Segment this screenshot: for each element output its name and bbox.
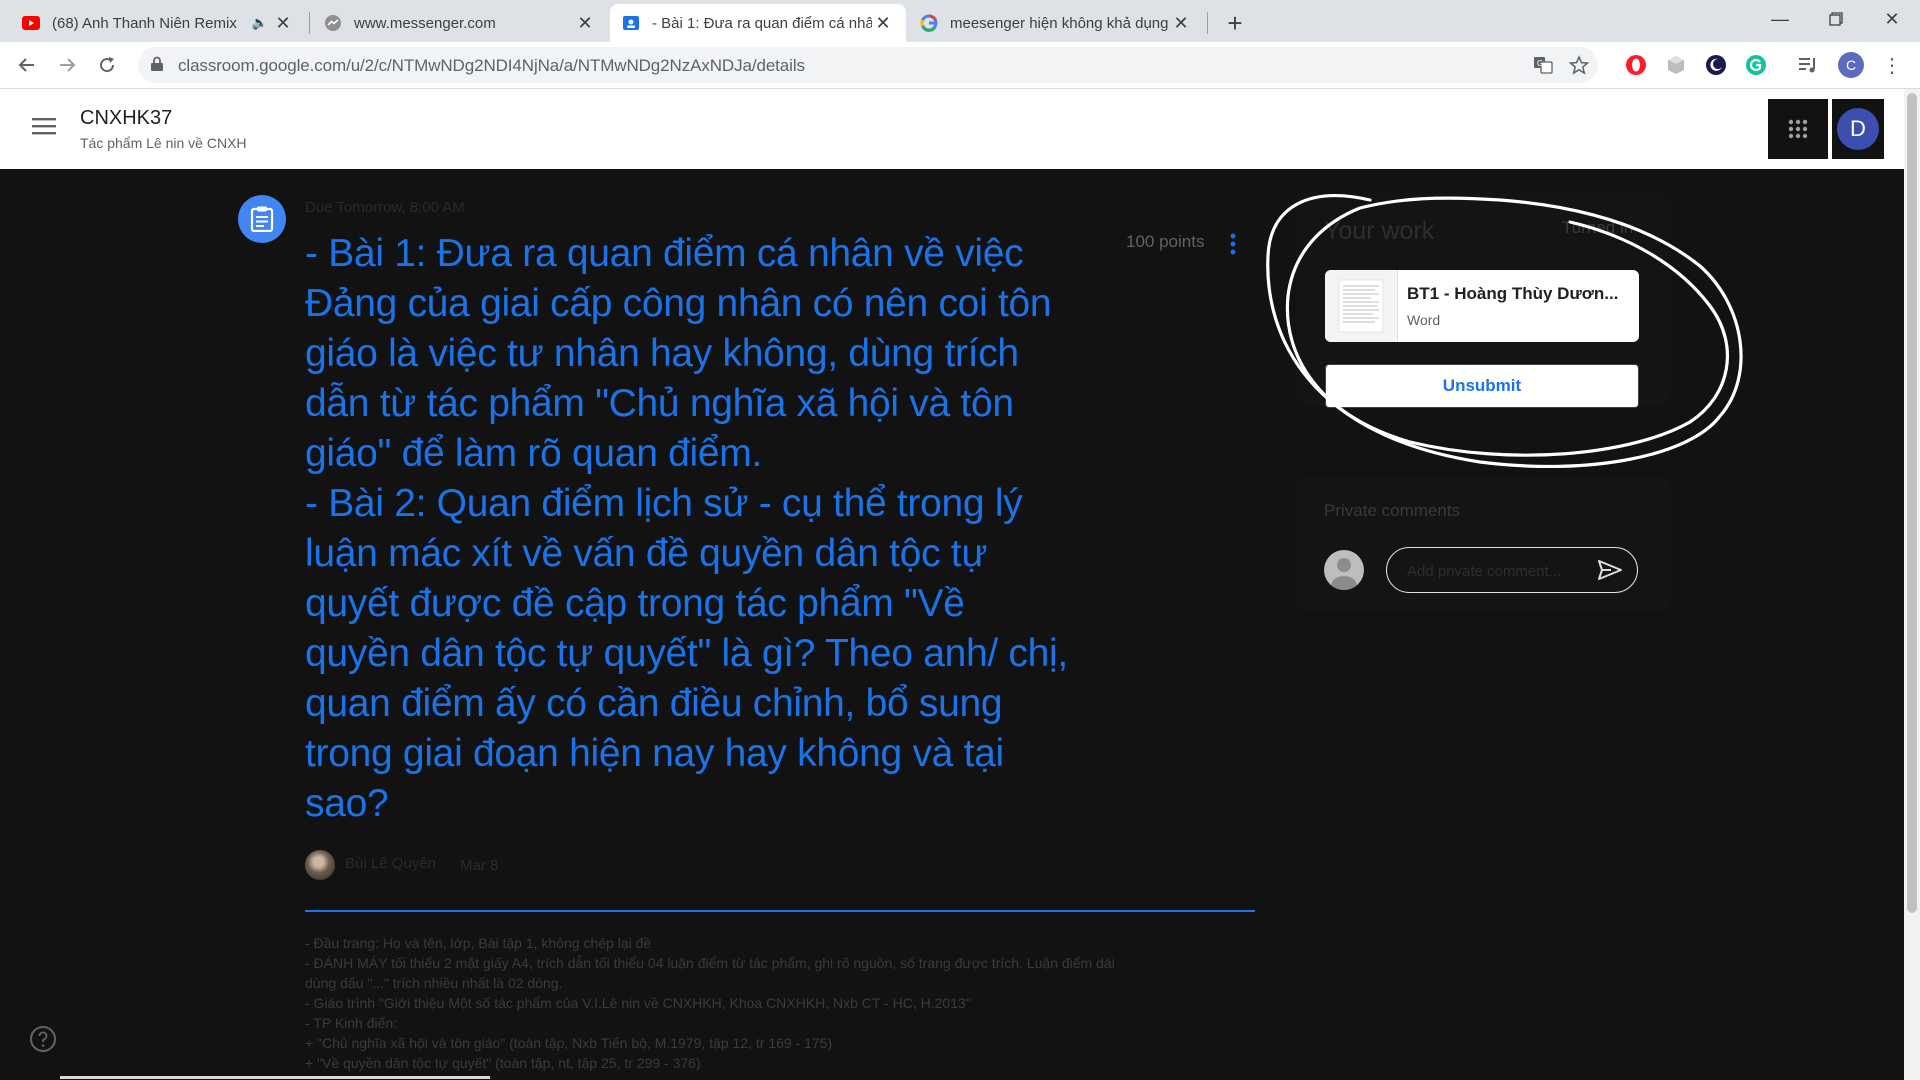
classroom-header: CNXHK37 Tác phẩm Lê nin về CNXH D xyxy=(0,89,1920,169)
title-line: Đảng của giai cấp công nhân có nên coi t… xyxy=(305,282,1052,325)
assignment-title: - Bài 1: Đưa ra quan điểm cá nhân về việ… xyxy=(305,229,1115,829)
file-name[interactable]: BT1 - Hoàng Thùy Dươn... xyxy=(1407,284,1618,304)
instruction-line: - Đầu trang: Họ và tên, lớp, Bài tập 1, … xyxy=(305,935,652,951)
tab-title: www.messenger.com xyxy=(354,14,496,32)
file-type: Word xyxy=(1407,312,1441,328)
more-options-icon[interactable] xyxy=(1230,233,1236,260)
title-line: luận mác xít về vấn đề quyền dân tộc tự xyxy=(305,532,988,575)
title-line: dẫn từ tác phẩm "Chủ nghĩa xã hội và tôn xyxy=(305,382,1014,425)
your-work-title: Your work xyxy=(1324,217,1435,245)
content-divider xyxy=(305,910,1255,912)
instruction-line: + "Về quyền dân tộc tự quyết" (toàn tập,… xyxy=(305,1055,701,1071)
reload-button[interactable] xyxy=(92,50,122,80)
instruction-line: - Giáo trình "Giới thiệu Một số tác phẩm… xyxy=(305,995,971,1011)
browser-toolbar: classroom.google.com/u/2/c/NTMwNDg2NDI4N… xyxy=(0,42,1920,89)
close-tab-icon[interactable]: ✕ xyxy=(872,12,894,34)
title-line: - Bài 1: Đưa ra quan điểm cá nhân về việ… xyxy=(305,232,1024,275)
restore-window-button[interactable] xyxy=(1808,0,1864,38)
help-icon[interactable] xyxy=(29,1025,57,1058)
tab-youtube[interactable]: (68) Anh Thanh Niên Remix 🔈 ✕ xyxy=(10,4,306,42)
posted-date: Mar 8 xyxy=(460,857,499,874)
google-apps-button[interactable] xyxy=(1768,99,1828,159)
document-thumbnail-icon xyxy=(1325,270,1398,342)
tab-messenger[interactable]: www.messenger.com ✕ xyxy=(312,4,608,42)
submission-status: Turned in xyxy=(1562,218,1634,237)
translate-icon[interactable]: G xyxy=(1532,54,1554,76)
author-name: Bùi Lê Quyên xyxy=(345,855,436,872)
hamburger-menu-icon[interactable] xyxy=(32,117,56,140)
account-avatar[interactable]: D xyxy=(1837,108,1879,150)
tab-separator xyxy=(1207,12,1208,34)
opera-extension-icon[interactable] xyxy=(1624,53,1648,77)
title-line: giáo" để làm rõ quan điểm. xyxy=(305,432,762,475)
instruction-line: dùng dấu "..." trích nhiều nhất là 02 dò… xyxy=(305,975,563,991)
title-line: trong giai đoạn hiện nay hay không và tạ… xyxy=(305,732,1004,775)
assignment-page: Due Tomorrow, 8:00 AM 100 points - Bài 1… xyxy=(0,169,1920,1080)
title-line: quyền dân tộc tự quyết" là gì? Theo anh/… xyxy=(305,632,1068,675)
due-date: Due Tomorrow, 8:00 AM xyxy=(305,199,465,216)
instruction-line: - TP Kinh điển: xyxy=(305,1015,398,1031)
private-comment-box[interactable] xyxy=(1386,547,1638,593)
google-icon xyxy=(920,14,938,32)
tab-title: - Bài 1: Đưa ra quan điểm cá nhân xyxy=(652,14,872,32)
bookmark-star-icon[interactable] xyxy=(1568,54,1590,76)
instruction-line: - ĐÁNH MÁY tối thiểu 2 mặt giấy A4, tríc… xyxy=(305,955,1115,971)
title-line: giáo là việc tư nhân hay không, dùng trí… xyxy=(305,332,1019,375)
private-comment-input[interactable] xyxy=(1405,559,1599,583)
author-avatar xyxy=(305,850,335,880)
page-scrollbar[interactable] xyxy=(1904,89,1920,1080)
tab-google-search[interactable]: meesenger hiện không khả dụng ✕ xyxy=(908,4,1204,42)
unsubmit-button[interactable]: Unsubmit xyxy=(1325,364,1639,408)
title-line: sao? xyxy=(305,782,389,825)
close-window-button[interactable]: ✕ xyxy=(1864,0,1920,38)
close-tab-icon[interactable]: ✕ xyxy=(574,12,596,34)
attached-file[interactable]: BT1 - Hoàng Thùy Dươn... Word xyxy=(1325,270,1639,342)
tab-title: (68) Anh Thanh Niên Remix xyxy=(52,14,237,32)
title-line: quyết được đề cập trong tác phẩm "Về xyxy=(305,582,965,625)
grammarly-icon[interactable] xyxy=(1744,53,1768,77)
minimize-window-button[interactable]: — xyxy=(1752,0,1808,38)
scrollbar-thumb[interactable] xyxy=(1907,93,1917,913)
tab-title: meesenger hiện không khả dụng xyxy=(950,14,1169,32)
assignment-instructions: - Đầu trang: Họ và tên, lớp, Bài tập 1, … xyxy=(305,933,1245,1073)
media-control-icon[interactable] xyxy=(1796,53,1820,77)
lock-icon[interactable] xyxy=(150,56,164,77)
your-work-card: Your work Turned in BT1 - Hoàng Thùy Dươ… xyxy=(1296,193,1670,408)
messenger-icon xyxy=(324,14,342,32)
title-line: - Bài 2: Quan điểm lịch sử - cụ thể tron… xyxy=(305,482,1023,525)
private-comments-card: Private comments xyxy=(1296,477,1670,611)
account-button[interactable]: D xyxy=(1832,99,1884,159)
dark-mode-extension-icon[interactable] xyxy=(1704,53,1728,77)
classroom-icon xyxy=(622,14,640,32)
new-tab-button[interactable]: + xyxy=(1220,8,1250,38)
tab-classroom-assignment[interactable]: - Bài 1: Đưa ra quan điểm cá nhân ✕ xyxy=(610,4,906,42)
close-tab-icon[interactable]: ✕ xyxy=(272,12,294,34)
youtube-icon xyxy=(22,14,40,32)
send-icon[interactable] xyxy=(1597,559,1623,586)
browser-tab-strip: (68) Anh Thanh Niên Remix 🔈 ✕ www.messen… xyxy=(0,0,1920,42)
chrome-profile-avatar[interactable]: C xyxy=(1838,52,1864,78)
instruction-line: + "Chủ nghĩa xã hội và tôn giáo" (toàn t… xyxy=(305,1035,833,1051)
class-section: Tác phẩm Lê nin về CNXH xyxy=(80,135,247,151)
close-tab-icon[interactable]: ✕ xyxy=(1170,12,1192,34)
apps-grid-icon xyxy=(1788,119,1808,139)
points-value: 100 points xyxy=(1126,232,1205,251)
svg-text:G: G xyxy=(1537,59,1543,68)
private-comments-title: Private comments xyxy=(1324,501,1461,520)
cube-extension-icon[interactable] xyxy=(1664,53,1688,77)
chrome-menu-icon[interactable]: ⋮ xyxy=(1880,53,1904,77)
url-text[interactable]: classroom.google.com/u/2/c/NTMwNDg2NDI4N… xyxy=(178,56,805,76)
address-bar[interactable]: classroom.google.com/u/2/c/NTMwNDg2NDI4N… xyxy=(138,47,1598,83)
tab-separator xyxy=(309,12,310,34)
audio-playing-icon[interactable]: 🔈 xyxy=(252,15,268,31)
back-button[interactable] xyxy=(12,50,42,80)
assignment-icon xyxy=(238,195,286,243)
class-name[interactable]: CNXHK37 xyxy=(80,107,172,130)
page-load-indicator xyxy=(60,1076,490,1079)
user-avatar-icon xyxy=(1324,550,1364,590)
forward-button[interactable] xyxy=(52,50,82,80)
title-line: quan điểm ấy có cần điều chỉnh, bổ sung xyxy=(305,682,1003,725)
